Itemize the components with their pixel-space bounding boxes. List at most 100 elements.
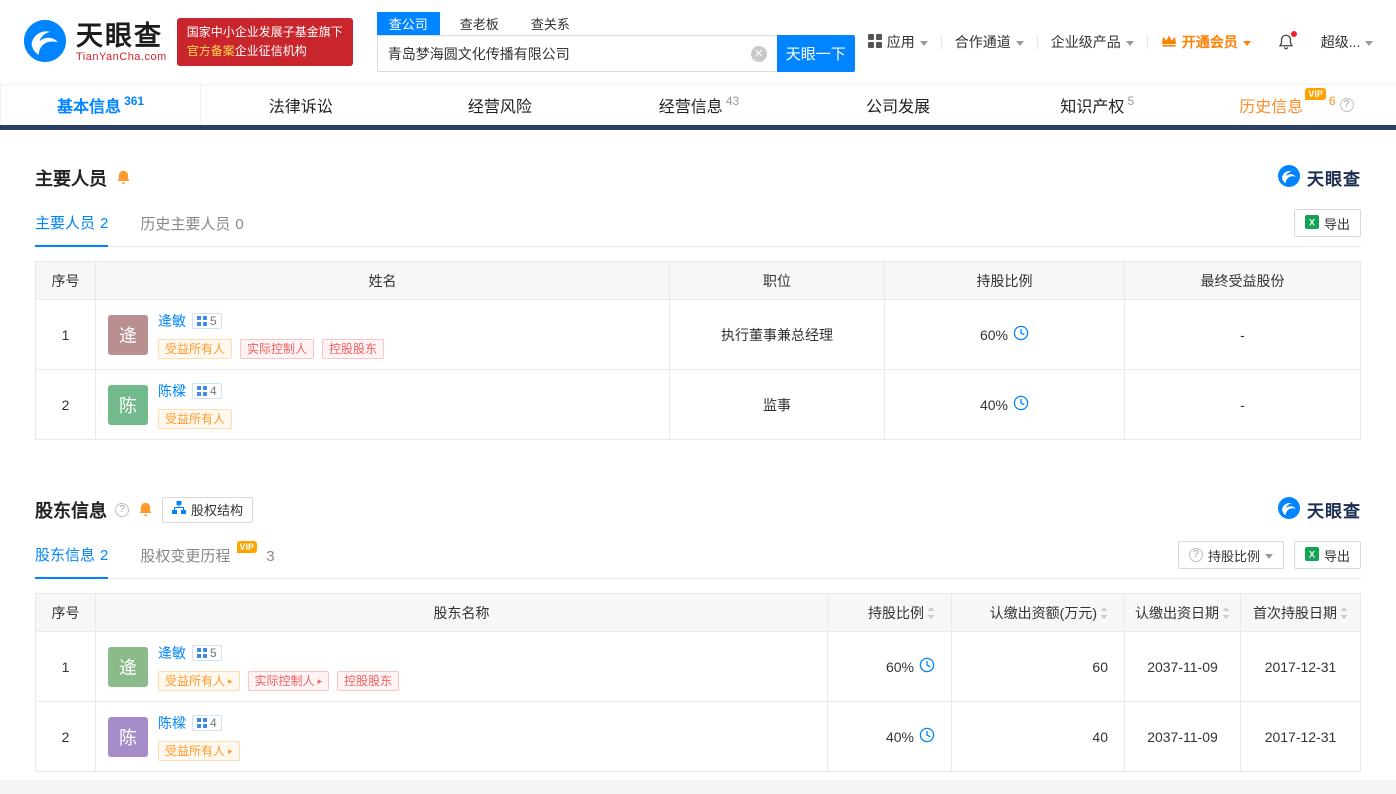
tianyancha-watermark-icon (1277, 496, 1301, 523)
history-clock-icon[interactable] (919, 657, 935, 676)
amount-cell: 40 (951, 701, 1125, 772)
equity-structure-button[interactable]: 股权结构 (162, 496, 254, 523)
monitor-bell-icon[interactable] (115, 169, 132, 186)
sort-icon[interactable] (1222, 606, 1230, 622)
shareholder-subtabs: 股东信息 2 股权变更历程 VIP 3 ? 持股比例 X 导出 (35, 541, 1361, 579)
shareholder-export-button[interactable]: X 导出 (1293, 541, 1361, 569)
staff-export-button[interactable]: X 导出 (1293, 209, 1361, 237)
nav-super-vip[interactable]: 超级... (1308, 32, 1387, 52)
help-icon: ? (1188, 548, 1203, 562)
tianyancha-watermark: 天眼查 (1277, 496, 1361, 523)
position-cell: 执行董事兼总经理 (669, 299, 885, 370)
search-input[interactable] (387, 45, 751, 62)
share-header-date[interactable]: 认缴出资日期 (1124, 593, 1241, 632)
date-cell: 2037-11-09 (1124, 701, 1241, 772)
related-companies-badge[interactable]: 5 (192, 644, 222, 661)
sort-icon[interactable] (927, 606, 935, 622)
actual-controller-tag[interactable]: 实际控制人 ▸ (247, 670, 330, 691)
staff-header-position: 职位 (669, 261, 885, 300)
chevron-down-icon (1264, 553, 1273, 559)
watermark-text: 天眼查 (1307, 502, 1361, 521)
history-clock-icon[interactable] (919, 727, 935, 746)
person-name-link[interactable]: 逄敏 (158, 643, 186, 663)
nav-cooperation[interactable]: 合作通道 (942, 32, 1037, 52)
top-header: 天眼查 TianYanCha.com 国家中小企业发展子基金旗下 官方备案企业征… (0, 0, 1396, 84)
subtab-key-staff[interactable]: 主要人员 2 (35, 212, 109, 247)
person-name-link[interactable]: 陈樑 (158, 381, 186, 401)
controlling-shareholder-tag[interactable]: 控股股东 (337, 670, 400, 691)
actual-controller-tag[interactable]: 实际控制人 (240, 338, 315, 359)
tab-basic-info[interactable]: 基本信息 361 (0, 85, 202, 125)
ratio-cell: 60% (884, 299, 1125, 370)
subtab-history-staff[interactable]: 历史主要人员 0 (140, 213, 243, 246)
bell-icon (1277, 31, 1297, 51)
help-icon[interactable]: ? (115, 502, 129, 517)
shareholder-table-row: 2 陈 陈樑 4 受益所有人 ▸ 40% 40 2037-11-09 2017-… (35, 701, 1361, 772)
beneficial-owner-tag[interactable]: 受益所有人 ▸ (158, 740, 240, 761)
watermark-text: 天眼查 (1307, 170, 1361, 189)
excel-icon: X (1304, 214, 1319, 232)
share-header-first-date[interactable]: 首次持股日期 (1240, 593, 1361, 632)
benefit-cell: - (1124, 369, 1361, 440)
person-avatar[interactable]: 逄 (108, 314, 148, 355)
history-clock-icon[interactable] (1013, 325, 1029, 344)
tag-arrow-icon: ▸ (228, 745, 233, 756)
sort-icon[interactable] (1100, 606, 1108, 622)
tianyancha-logo-icon (22, 18, 68, 67)
related-companies-badge[interactable]: 4 (192, 382, 222, 399)
nav-open-vip[interactable]: 开通会员 (1148, 32, 1264, 52)
sort-icon[interactable] (1340, 606, 1348, 622)
nav-apps[interactable]: 应用 (855, 32, 941, 52)
main-content: 主要人员 天眼查 主要人员 2 历史主要人员 0 X 导出 序号 姓名 职位 持… (0, 164, 1396, 772)
logo-name-en: TianYanCha.com (76, 51, 167, 63)
controlling-shareholder-tag[interactable]: 控股股东 (322, 338, 385, 359)
nav-notifications[interactable] (1264, 31, 1308, 51)
tab-operation-risk[interactable]: 经营风险 (400, 85, 599, 125)
clear-search-icon[interactable]: ✕ (750, 45, 767, 62)
apps-grid-icon (867, 33, 882, 51)
search-tab-company[interactable]: 查公司 (376, 11, 440, 35)
chevron-down-icon (919, 40, 928, 46)
share-header-ratio[interactable]: 持股比例 (827, 593, 952, 632)
person-avatar[interactable]: 陈 (108, 716, 148, 757)
person-avatar[interactable]: 逄 (108, 646, 148, 687)
subtab-shareholder-info[interactable]: 股东信息 2 (35, 544, 109, 579)
tab-history-info[interactable]: 历史信息 VIP 6 ? (1197, 85, 1396, 125)
tab-legal-litigation[interactable]: 法律诉讼 (201, 85, 400, 125)
search-button[interactable]: 天眼一下 (776, 35, 855, 72)
history-clock-icon[interactable] (1013, 395, 1029, 414)
search-tabs: 查公司 查老板 查关系 (376, 11, 855, 35)
related-companies-badge[interactable]: 4 (192, 714, 222, 731)
chevron-down-icon (1242, 40, 1251, 46)
staff-table-row: 2 陈 陈樑 4 受益所有人 监事 40% - (35, 369, 1361, 440)
tag-arrow-icon: ▸ (228, 675, 233, 686)
search-area: 查公司 查老板 查关系 ✕ 天眼一下 (376, 11, 855, 72)
gov-certification-badge: 国家中小企业发展子基金旗下 官方备案企业征信机构 (176, 18, 353, 66)
beneficial-owner-tag[interactable]: 受益所有人 (158, 408, 233, 429)
row-index: 2 (35, 369, 96, 440)
tag-arrow-icon: ▸ (317, 675, 323, 686)
row-index: 2 (35, 701, 96, 772)
beneficial-owner-tag[interactable]: 受益所有人 ▸ (158, 670, 240, 691)
share-header-amount[interactable]: 认缴出资额(万元) (951, 593, 1125, 632)
key-staff-section: 主要人员 天眼查 主要人员 2 历史主要人员 0 X 导出 序号 姓名 职位 持… (35, 164, 1361, 440)
person-avatar[interactable]: 陈 (108, 384, 148, 425)
top-nav: 应用 合作通道 企业级产品 开通会员 超级... (855, 31, 1387, 52)
search-tab-relation[interactable]: 查关系 (519, 12, 582, 35)
position-cell: 监事 (669, 369, 885, 440)
related-companies-badge[interactable]: 5 (192, 312, 222, 329)
tab-company-development[interactable]: 公司发展 (799, 85, 998, 125)
search-tab-boss[interactable]: 查老板 (448, 12, 511, 35)
tab-intellectual-property[interactable]: 知识产权 5 (998, 85, 1197, 125)
tab-operation-info[interactable]: 经营信息 43 (599, 85, 798, 125)
benefit-cell: - (1124, 299, 1361, 370)
ratio-filter-button[interactable]: ? 持股比例 (1177, 541, 1284, 569)
subtab-equity-change-history[interactable]: 股权变更历程 VIP 3 (140, 541, 275, 578)
help-icon[interactable]: ? (1339, 98, 1354, 112)
person-name-link[interactable]: 陈樑 (158, 713, 186, 733)
nav-enterprise-products[interactable]: 企业级产品 (1038, 32, 1147, 52)
beneficial-owner-tag[interactable]: 受益所有人 (158, 338, 233, 359)
monitor-bell-icon[interactable] (137, 501, 154, 518)
person-name-link[interactable]: 逄敏 (158, 311, 186, 331)
tianyancha-logo[interactable]: 天眼查 TianYanCha.com (22, 18, 167, 67)
